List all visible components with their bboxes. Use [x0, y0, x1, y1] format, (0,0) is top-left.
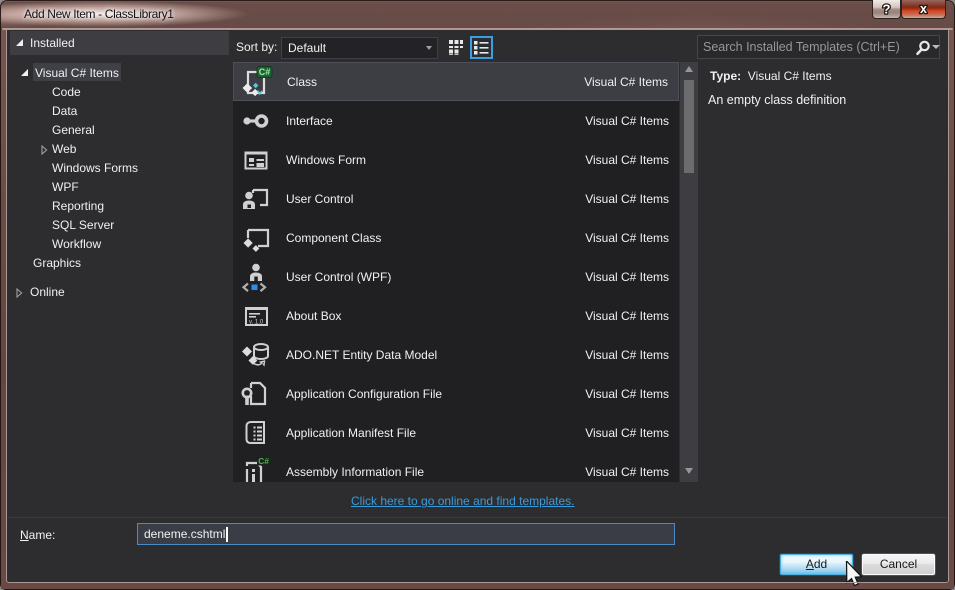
svg-text:v. 1.0: v. 1.0: [249, 320, 264, 326]
svg-text:C#: C#: [259, 67, 271, 77]
svg-text:x: x: [920, 2, 927, 16]
svg-text:?: ?: [883, 2, 891, 17]
svg-text:C#: C#: [258, 456, 269, 466]
